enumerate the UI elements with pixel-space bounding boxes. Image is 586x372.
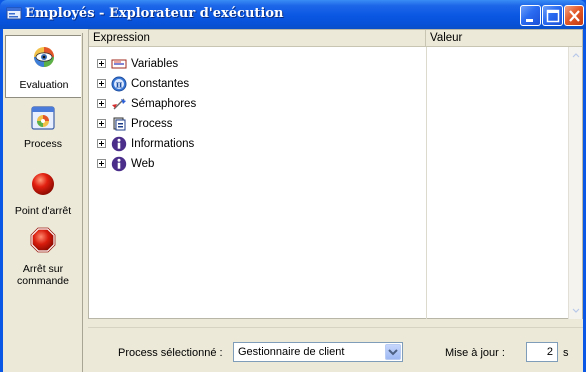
scroll-arrows-icon	[572, 53, 580, 313]
application-window: Employés - Explorateur d'exécution Evalu…	[0, 0, 586, 372]
minimize-icon	[526, 19, 533, 22]
tree-node-label: Constantes	[131, 78, 190, 90]
sidebar-item-label: Point d'arrêt	[14, 205, 72, 217]
semaphore-icon	[112, 98, 126, 110]
chevron-down-icon	[388, 349, 398, 356]
pi-icon: π	[111, 76, 127, 92]
sidebar-item-evaluation[interactable]: Evaluation	[5, 35, 81, 98]
expand-icon[interactable]	[97, 159, 106, 168]
info-icon	[111, 156, 127, 172]
update-interval-unit: s	[563, 347, 569, 359]
expand-icon[interactable]	[97, 59, 106, 68]
close-button[interactable]	[564, 5, 584, 26]
sidebar: Evaluation Process Point d'arrêt Arrêt s…	[3, 33, 83, 372]
process-dropdown[interactable]: Gestionnaire de client	[233, 342, 403, 362]
expand-icon[interactable]	[97, 139, 106, 148]
tree-node-label: Process	[131, 118, 173, 130]
column-header-value[interactable]: Valeur	[426, 30, 582, 47]
eye-colorwheel-icon	[33, 47, 54, 67]
info-icon	[111, 136, 127, 152]
sidebar-item-label: Process	[24, 138, 62, 150]
dropdown-arrow-button[interactable]	[385, 344, 401, 360]
maximize-button[interactable]	[542, 5, 563, 26]
update-interval-label: Mise à jour :	[445, 347, 505, 359]
main-panel: Expression Valeur Variables π Constantes…	[88, 29, 583, 372]
sidebar-item-label: Arrêt sur commande	[17, 263, 69, 287]
process-dropdown-value: Gestionnaire de client	[238, 346, 345, 358]
red-ball-icon	[32, 173, 54, 195]
tree-node-label: Informations	[131, 138, 195, 150]
tree-node-label: Variables	[131, 58, 179, 70]
expand-icon[interactable]	[97, 79, 106, 88]
process-icon	[113, 117, 126, 131]
close-icon	[569, 10, 580, 22]
expression-tree-grid[interactable]: Expression Valeur Variables π Constantes…	[88, 29, 583, 319]
vertical-scrollbar[interactable]	[568, 47, 582, 319]
sidebar-item-stop-on-command[interactable]: Arrêt sur commande	[5, 227, 81, 289]
title-bar[interactable]: Employés - Explorateur d'exécution	[0, 0, 586, 29]
app-icon	[6, 7, 22, 20]
process-selected-label: Process sélectionné :	[118, 347, 223, 359]
sidebar-item-breakpoint[interactable]: Point d'arrêt	[5, 171, 81, 221]
process-window-icon	[31, 106, 55, 130]
tree-node-label: Web	[131, 158, 155, 170]
tree-node-label: Sémaphores	[131, 98, 197, 110]
stop-sign-icon	[30, 227, 56, 253]
update-interval-input[interactable]: 2	[526, 342, 558, 362]
horizontal-splitter[interactable]	[88, 319, 583, 327]
variables-icon	[111, 59, 127, 69]
bottom-toolbar: Process sélectionné : Gestionnaire de cl…	[88, 327, 583, 372]
column-header-expression[interactable]: Expression	[89, 30, 426, 47]
minimize-button[interactable]	[520, 5, 541, 26]
window-title: Employés - Explorateur d'exécution	[25, 6, 284, 21]
column-divider	[426, 47, 427, 319]
expand-icon[interactable]	[97, 99, 106, 108]
sidebar-item-process[interactable]: Process	[5, 103, 81, 153]
window-client-area: Evaluation Process Point d'arrêt Arrêt s…	[3, 29, 583, 372]
maximize-icon	[546, 9, 560, 23]
sidebar-item-label: Evaluation	[19, 79, 69, 91]
svg-text:π: π	[116, 81, 123, 91]
expand-icon[interactable]	[97, 119, 106, 128]
